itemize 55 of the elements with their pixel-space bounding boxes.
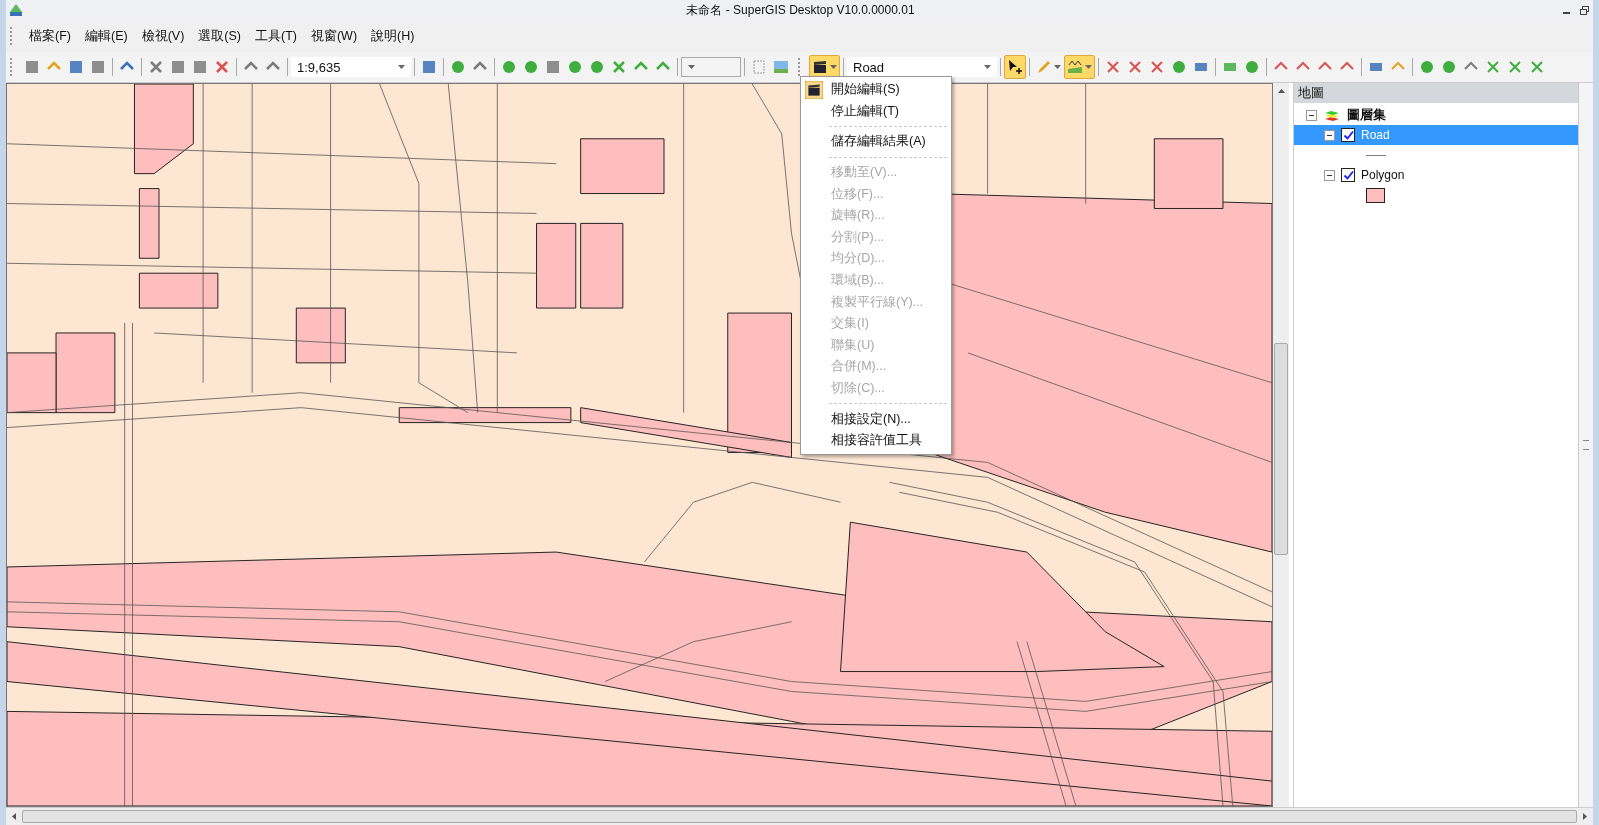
scale-combo[interactable]: 1:9,635: [291, 57, 411, 77]
layer-group-label[interactable]: 圖層集: [1347, 106, 1386, 124]
menu-item[interactable]: 相接容許值工具: [801, 429, 951, 452]
edit-tool-button[interactable]: [1004, 55, 1026, 79]
checkmark-icon: [1342, 129, 1354, 141]
menu-item[interactable]: 編輯(E): [78, 25, 134, 47]
collapse-toggle[interactable]: [1324, 129, 1335, 141]
menu-item[interactable]: 相接設定(N)...: [801, 408, 951, 430]
scroll-up-arrow-icon: [1277, 89, 1285, 93]
checkmark-icon: [1342, 169, 1354, 181]
panel-title: 地圖: [1294, 83, 1578, 103]
menu-item[interactable]: 檔案(F): [23, 25, 77, 47]
layer-row[interactable]: Polygon: [1294, 165, 1578, 185]
layer-name: Road: [1361, 128, 1390, 142]
dropdown-arrow-icon: [830, 65, 837, 69]
scroll-left-arrow-icon: [12, 813, 16, 820]
menu-item[interactable]: 工具(T): [249, 25, 303, 47]
panel-scrollbar[interactable]: [1578, 83, 1593, 807]
land-parcel: [295, 307, 346, 364]
app-logo-icon: [8, 2, 24, 18]
clapperboard-icon: [812, 59, 828, 75]
menu-item[interactable]: 說明(H): [365, 25, 421, 47]
collapse-toggle[interactable]: [1306, 109, 1317, 121]
layer-combo[interactable]: Road: [847, 57, 997, 77]
dropdown-arrow-icon: [1085, 65, 1092, 69]
dropdown-arrow-icon: [1054, 65, 1061, 69]
menu-item[interactable]: 儲存編輯結果(A): [801, 131, 951, 153]
dropdown-arrow-icon: [984, 65, 991, 69]
menu-item[interactable]: 視窗(W): [304, 25, 364, 47]
minimize-icon: [1562, 12, 1570, 14]
editor-menu-button[interactable]: [809, 55, 840, 79]
layer-name: Polygon: [1361, 168, 1405, 182]
window-title: 未命名 - SuperGIS Desktop V10.0.0000.01: [685, 1, 916, 19]
menu-item[interactable]: 檢視(V): [135, 25, 191, 47]
land-parcel: [7, 352, 57, 414]
menu-item[interactable]: 選取(S): [192, 25, 247, 47]
menu-item[interactable]: 開始編輯(S): [801, 79, 951, 101]
collapse-toggle[interactable]: [1324, 169, 1335, 181]
sketch-tool-button[interactable]: [1064, 55, 1095, 79]
clapperboard-icon: [805, 80, 823, 99]
layer-checkbox[interactable]: [1341, 128, 1355, 142]
vertical-scrollbar[interactable]: [1273, 83, 1289, 807]
dropdown-arrow-icon: [398, 65, 405, 69]
landscape-icon: [773, 59, 789, 75]
menu-item[interactable]: 停止編輯(T): [801, 100, 951, 123]
delete-icon: [214, 59, 230, 75]
restore-icon: [1579, 5, 1589, 15]
cursor-move-icon: [1007, 59, 1023, 75]
dropdown-arrow-icon: [688, 65, 695, 69]
horizontal-scrollbar[interactable]: [6, 807, 1593, 825]
layer-checkbox[interactable]: [1341, 168, 1355, 182]
terrain-icon: [1067, 59, 1083, 75]
empty-combo[interactable]: [681, 57, 741, 77]
scroll-right-arrow-icon: [1583, 813, 1587, 820]
land-parcel: [138, 188, 160, 259]
